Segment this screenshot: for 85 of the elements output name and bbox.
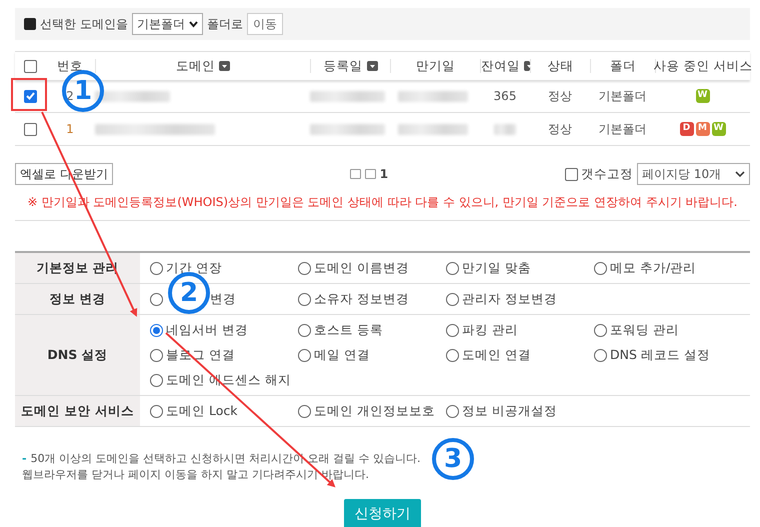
page-number[interactable]: 1 bbox=[380, 165, 388, 183]
column-header: 만기일 bbox=[416, 56, 455, 75]
option-label[interactable]: 관리자 정보변경 bbox=[462, 290, 557, 308]
checkbox[interactable] bbox=[565, 168, 578, 180]
blurred-text bbox=[494, 124, 516, 134]
column-header: 도메인 bbox=[176, 56, 215, 75]
column-header-cell[interactable]: 잔여일 bbox=[480, 59, 530, 73]
option-label[interactable]: 도메인 이름변경 bbox=[314, 258, 409, 278]
blurred-text bbox=[398, 90, 468, 102]
option-label[interactable]: 메일 연결 bbox=[314, 346, 370, 364]
radio-button[interactable] bbox=[298, 262, 311, 274]
option-label[interactable]: 소유자 정보변경 bbox=[314, 290, 409, 308]
group-label: 정보 변경 bbox=[15, 284, 140, 314]
sort-icon[interactable] bbox=[366, 61, 378, 71]
column-header-cell[interactable]: 폴더 bbox=[590, 59, 655, 73]
folder-name: 기본폴더 bbox=[598, 121, 646, 138]
remaining-days: 365 bbox=[494, 87, 516, 105]
first-page-icon[interactable] bbox=[350, 169, 361, 179]
column-header: 등록일 bbox=[324, 56, 362, 75]
sort-icon[interactable] bbox=[219, 61, 230, 71]
bullet-dash: - bbox=[22, 452, 27, 465]
row-number: 1 bbox=[66, 121, 74, 138]
group-label: DNS 설정 bbox=[15, 315, 140, 395]
column-header: 상태 bbox=[548, 56, 574, 75]
prev-page-icon[interactable] bbox=[364, 169, 376, 179]
radio-button[interactable] bbox=[298, 292, 311, 306]
radio-button[interactable] bbox=[594, 348, 607, 362]
radio-button[interactable] bbox=[298, 404, 311, 418]
per-page-select[interactable]: 페이지당 10개 bbox=[637, 163, 750, 185]
radio-button[interactable] bbox=[446, 348, 459, 362]
sort-icon[interactable] bbox=[524, 61, 530, 71]
radio-button[interactable] bbox=[150, 348, 163, 362]
status-text: 정상 bbox=[548, 121, 572, 138]
status-text: 정상 bbox=[548, 88, 572, 105]
radio-button[interactable] bbox=[446, 324, 459, 336]
option-label[interactable]: 네임서버 변경 bbox=[166, 320, 248, 340]
group-label: 도메인 보안 서비스 bbox=[15, 396, 140, 426]
radio-button[interactable] bbox=[150, 324, 163, 336]
checkbox[interactable] bbox=[24, 60, 36, 72]
option-label[interactable]: 도메인 연결 bbox=[462, 346, 531, 364]
column-header-cell[interactable]: 등록일 bbox=[310, 59, 390, 73]
column-header-cell[interactable]: 도메인 bbox=[95, 59, 310, 73]
chevron-icon bbox=[735, 170, 745, 178]
checkbox[interactable] bbox=[24, 122, 36, 136]
option-label[interactable]: 포워딩 관리 bbox=[610, 320, 679, 340]
option-label[interactable]: 호스트 등록 bbox=[314, 320, 383, 340]
step-marker: 3 bbox=[432, 438, 474, 480]
option-label[interactable]: 도메인 Lock bbox=[166, 402, 238, 420]
toolbar-label: 폴더로 bbox=[206, 16, 243, 33]
option-label[interactable]: 도메인 개인정보보호 bbox=[314, 402, 435, 420]
folder-select[interactable]: 기본폴더 bbox=[132, 13, 203, 35]
column-header: 잔여일 bbox=[481, 56, 520, 75]
option-label[interactable]: DNS 레코드 설정 bbox=[610, 346, 710, 364]
radio-button[interactable] bbox=[594, 324, 607, 336]
column-header-cell[interactable]: 번호 bbox=[45, 59, 95, 73]
radio-button[interactable] bbox=[446, 404, 459, 418]
option-label[interactable]: 만기일 맞춤 bbox=[462, 258, 531, 278]
column-header-cell[interactable]: 만기일 bbox=[390, 59, 480, 73]
option-label[interactable]: 메모 추가/관리 bbox=[610, 258, 696, 278]
checkbox[interactable] bbox=[24, 90, 36, 102]
note-text: 50개 이상의 도메인을 선택하고 신청하시면 처리시간이 오래 걸릴 수 있습니다. bbox=[30, 452, 421, 465]
checkbox-label: 갯수고정 bbox=[581, 164, 633, 183]
move-button[interactable]: 이동 bbox=[246, 13, 283, 35]
radio-button[interactable] bbox=[298, 348, 311, 362]
radio-button[interactable] bbox=[594, 262, 607, 274]
radio-button[interactable] bbox=[446, 262, 459, 274]
column-header-cell[interactable]: 상태 bbox=[530, 59, 590, 73]
blurred-text bbox=[398, 124, 468, 134]
column-header: 번호 bbox=[57, 56, 83, 75]
note-text: 웹브라우저를 닫거나 페이지 이동을 하지 말고 기다려주시기 바랍니다. bbox=[22, 468, 369, 481]
radio-button[interactable] bbox=[150, 292, 163, 306]
option-label[interactable]: 파킹 관리 bbox=[462, 320, 518, 340]
radio-button[interactable] bbox=[446, 292, 459, 306]
radio-button[interactable] bbox=[150, 262, 163, 274]
toolbar-label: 선택한 도메인을 bbox=[40, 16, 128, 33]
folder-name: 기본폴더 bbox=[598, 88, 646, 105]
column-header: 폴더 bbox=[610, 56, 636, 75]
radio-button[interactable] bbox=[298, 324, 311, 336]
option-label[interactable]: 정보 비공개설정 bbox=[462, 402, 557, 420]
service-badge[interactable]: D bbox=[680, 122, 694, 136]
option-label[interactable]: 변경 bbox=[210, 290, 236, 308]
chevron-icon bbox=[188, 20, 198, 28]
highlight-frame bbox=[11, 78, 47, 111]
radio-button[interactable] bbox=[150, 374, 163, 386]
radio-button[interactable] bbox=[150, 404, 163, 418]
